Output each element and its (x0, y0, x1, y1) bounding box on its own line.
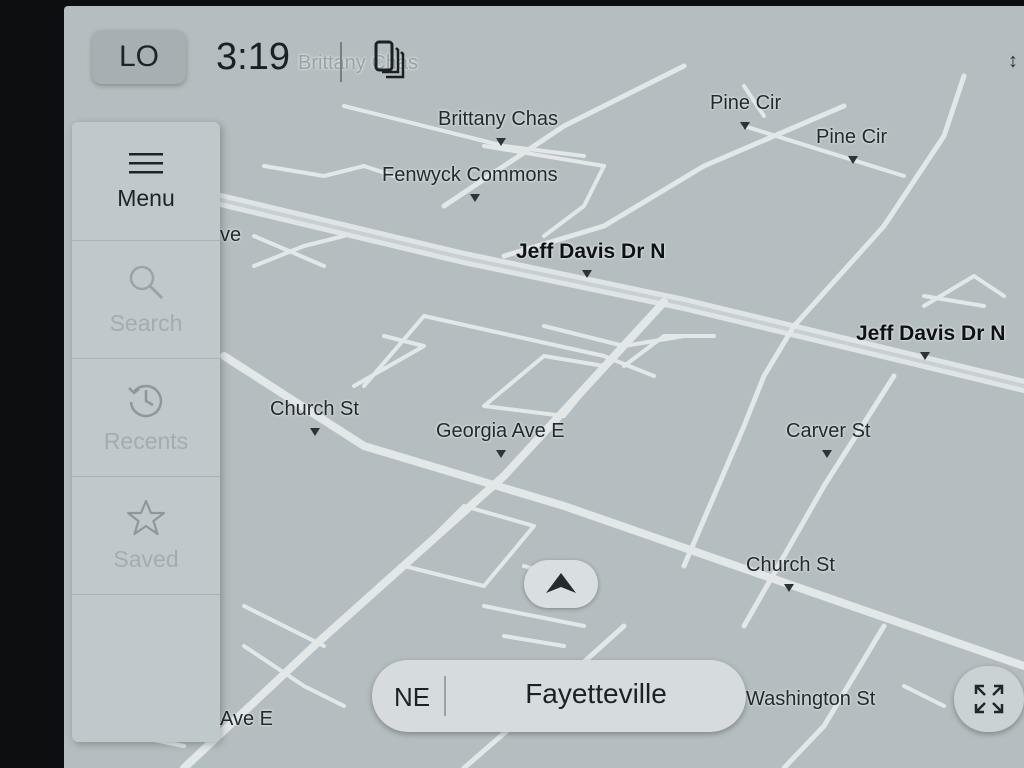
street-marker-icon (310, 428, 320, 436)
navigation-arrow-icon (546, 573, 576, 593)
street-label: Jeff Davis Dr N (516, 240, 666, 263)
climate-lo-button[interactable]: LO (92, 30, 186, 84)
saved-label: Saved (113, 545, 179, 572)
history-icon (128, 384, 163, 417)
recents-label: Recents (103, 427, 189, 454)
street-marker-icon (582, 270, 592, 278)
street-marker-icon (784, 584, 794, 592)
saved-button[interactable]: Saved (72, 476, 220, 595)
street-label: Carver St (786, 420, 871, 442)
street-marker-icon (920, 352, 930, 360)
street-label: Fenwyck Commons (382, 164, 558, 186)
recents-button[interactable]: Recents (72, 358, 220, 477)
street-label: ve (220, 224, 242, 246)
hamburger-icon (129, 152, 163, 173)
street-marker-icon (496, 138, 506, 146)
street-label: Washington St (746, 688, 876, 710)
street-label: Georgia Ave E (436, 420, 565, 442)
navigation-screen: Brittany Chas Brittany Chas Fenwyck Comm… (64, 6, 1024, 768)
street-marker-icon (740, 122, 750, 130)
street-label: Ave E (220, 708, 273, 730)
side-menu: Menu Search Recents Saved (72, 122, 220, 742)
street-label: Brittany Chas (438, 108, 559, 130)
street-label: Pine Cir (710, 92, 782, 114)
search-label: Search (109, 309, 183, 336)
signal-icon: ↕ (1008, 50, 1018, 72)
clock: 3:19 (216, 36, 290, 78)
vehicle-position-marker (524, 560, 598, 608)
current-city: Fayetteville (525, 678, 667, 709)
compass-heading: NE (394, 682, 431, 712)
street-label: Church St (746, 554, 835, 576)
street-marker-icon (470, 194, 480, 202)
current-location-bar[interactable]: NE Fayetteville (372, 660, 746, 732)
fullscreen-button[interactable] (954, 666, 1024, 732)
fullscreen-expand-icon (974, 684, 1004, 714)
street-marker-icon (496, 450, 506, 458)
phone-connected-icon[interactable] (372, 40, 406, 84)
divider (340, 42, 342, 82)
street-label: Church St (270, 398, 359, 420)
search-icon (129, 265, 164, 299)
menu-button[interactable]: Menu (72, 122, 220, 241)
street-marker-icon (822, 450, 832, 458)
search-button[interactable]: Search (72, 240, 220, 359)
street-marker-icon (848, 156, 858, 164)
street-label: Jeff Davis Dr N (856, 322, 1006, 345)
menu-label: Menu (117, 184, 175, 211)
star-icon (126, 499, 166, 535)
street-label: Pine Cir (816, 126, 888, 148)
